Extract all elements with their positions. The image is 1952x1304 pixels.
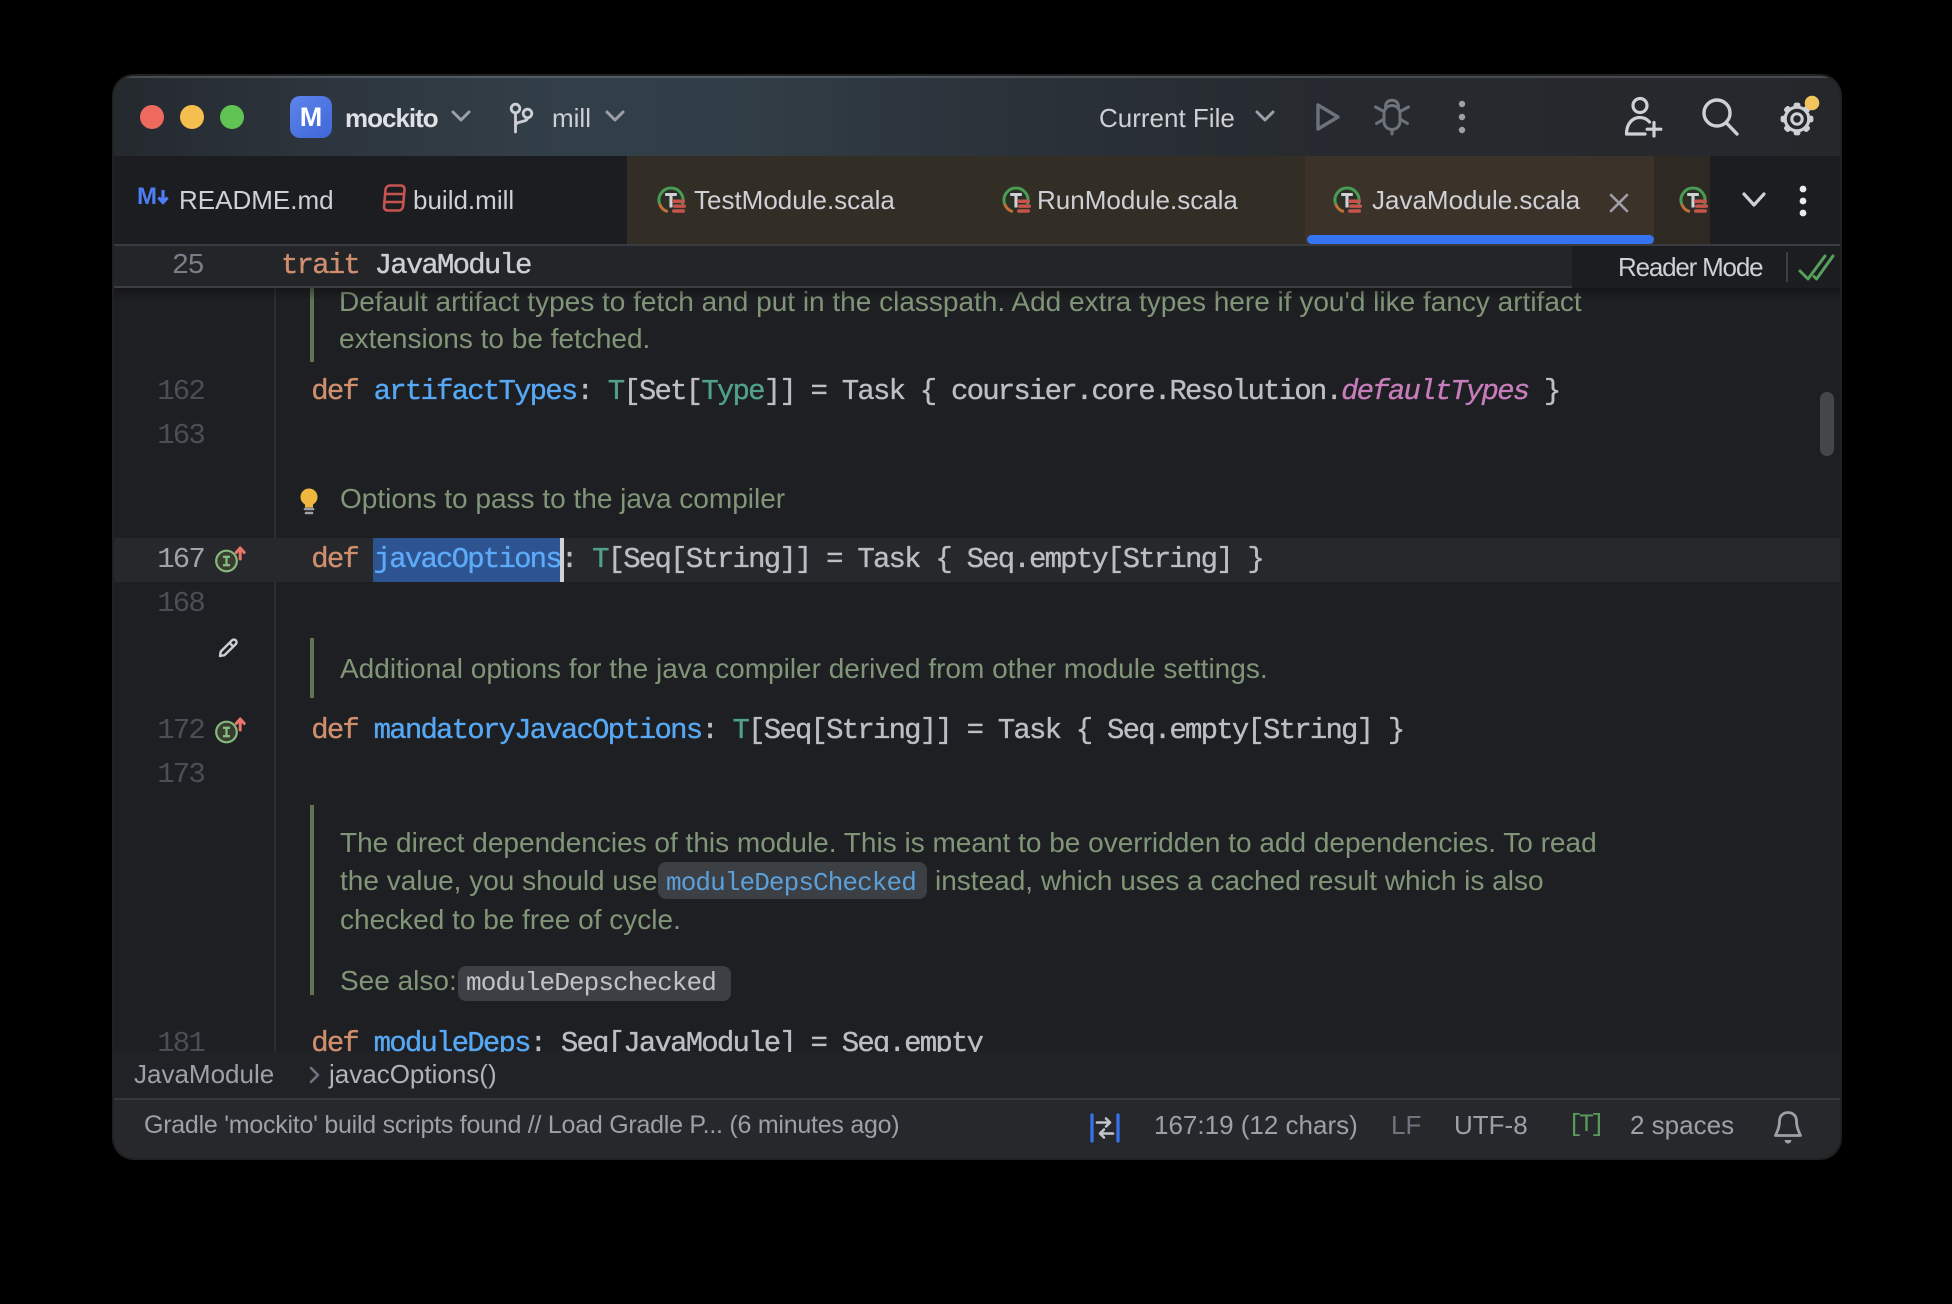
svg-text:M: M <box>137 183 157 210</box>
